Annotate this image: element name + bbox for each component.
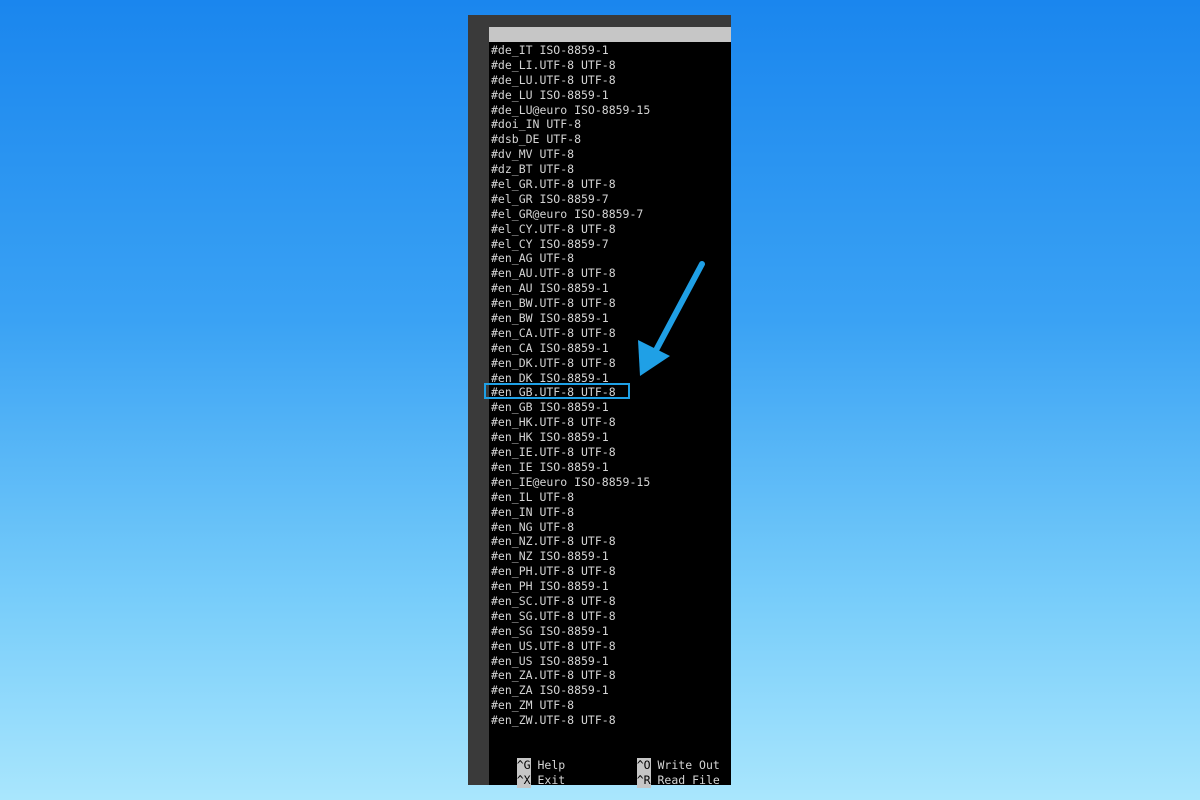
locale-line[interactable]: #el_GR@euro ISO-8859-7 <box>491 207 731 222</box>
annotation-arrow-icon <box>638 261 705 376</box>
shortcut-read-file[interactable]: ^R Read File <box>609 758 720 788</box>
locale-line[interactable]: #en_IE ISO-8859-1 <box>491 460 731 475</box>
locale-line[interactable]: #en_NG UTF-8 <box>491 520 731 535</box>
shortcut-write-out[interactable]: ^O Write Out <box>609 743 720 773</box>
locale-line[interactable]: #en_IN UTF-8 <box>491 505 731 520</box>
locale-line[interactable]: #en_PH.UTF-8 UTF-8 <box>491 564 731 579</box>
locale-line[interactable]: #en_HK.UTF-8 UTF-8 <box>491 415 731 430</box>
locale-line[interactable]: #en_NZ ISO-8859-1 <box>491 549 731 564</box>
locale-line[interactable]: #en_IE.UTF-8 UTF-8 <box>491 445 731 460</box>
locale-line[interactable]: #en_NZ.UTF-8 UTF-8 <box>491 534 731 549</box>
locale-line[interactable]: #el_GR ISO-8859-7 <box>491 192 731 207</box>
locale-line[interactable]: #en_IE@euro ISO-8859-15 <box>491 475 731 490</box>
shortcut-help[interactable]: ^G Help <box>489 743 565 773</box>
locale-line[interactable]: #en_IL UTF-8 <box>491 490 731 505</box>
locale-line[interactable]: #el_CY.UTF-8 UTF-8 <box>491 222 731 237</box>
shortcut-key: ^X <box>516 773 531 788</box>
locale-line[interactable]: #dv_MV UTF-8 <box>491 147 731 162</box>
locale-line[interactable]: #dz_BT UTF-8 <box>491 162 731 177</box>
locale-line[interactable]: #en_SG.UTF-8 UTF-8 <box>491 609 731 624</box>
shortcut-exit[interactable]: ^X Exit <box>489 758 565 788</box>
shortcut-label: Read File <box>657 773 720 787</box>
locale-line[interactable]: #de_LI.UTF-8 UTF-8 <box>491 58 731 73</box>
locale-line[interactable]: #el_GR.UTF-8 UTF-8 <box>491 177 731 192</box>
locale-line[interactable]: #en_SG ISO-8859-1 <box>491 624 731 639</box>
locale-line[interactable]: #de_LU ISO-8859-1 <box>491 88 731 103</box>
locale-line[interactable]: #doi_IN UTF-8 <box>491 117 731 132</box>
locale-line[interactable]: #dsb_DE UTF-8 <box>491 132 731 147</box>
locale-line[interactable]: #de_LU.UTF-8 UTF-8 <box>491 73 731 88</box>
locale-line[interactable]: #en_US.UTF-8 UTF-8 <box>491 639 731 654</box>
locale-line[interactable]: #en_ZA ISO-8859-1 <box>491 683 731 698</box>
locale-line[interactable]: #en_US ISO-8859-1 <box>491 654 731 669</box>
locale-line[interactable]: #en_HK ISO-8859-1 <box>491 430 731 445</box>
locale-line[interactable]: #en_ZM UTF-8 <box>491 698 731 713</box>
locale-line[interactable]: #en_ZW.UTF-8 UTF-8 <box>491 713 731 728</box>
highlight-annotation-box <box>484 383 630 399</box>
shortcut-label: Exit <box>537 773 566 787</box>
locale-line[interactable]: #de_LU@euro ISO-8859-15 <box>491 103 731 118</box>
locale-line[interactable]: #el_CY ISO-8859-7 <box>491 237 731 252</box>
nano-editor[interactable]: GNU nano 8.2 #de_IT ISO-8859-1 #de_LI.UTF… <box>489 27 731 785</box>
shortcut-bar: ^G Help ^X Exit ^O Write Out ^R Read Fil… <box>489 743 731 788</box>
locale-line[interactable]: #en_SC.UTF-8 UTF-8 <box>491 594 731 609</box>
locale-line[interactable]: #en_ZA.UTF-8 UTF-8 <box>491 668 731 683</box>
locale-line[interactable]: #en_PH ISO-8859-1 <box>491 579 731 594</box>
locale-line[interactable]: #en_GB ISO-8859-1 <box>491 400 731 415</box>
shortcut-key: ^R <box>636 773 651 788</box>
title-bar: GNU nano 8.2 <box>489 27 731 56</box>
locale-line[interactable]: #de_IT ISO-8859-1 <box>491 43 731 58</box>
